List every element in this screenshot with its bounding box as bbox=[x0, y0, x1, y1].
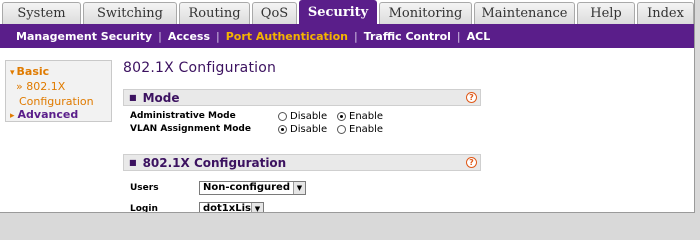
admin-mode-enable-radio[interactable] bbox=[337, 112, 346, 121]
collapsed-arrow-icon: ▸ bbox=[10, 111, 15, 121]
subnav-separator: | bbox=[158, 29, 162, 43]
mode-panel-header: ■ Mode ? bbox=[123, 89, 481, 106]
dot1x-config-panel: ■ 802.1X Configuration ? Users Non-confi… bbox=[123, 154, 481, 213]
subnav-acl[interactable]: ACL bbox=[467, 30, 491, 43]
tab-security[interactable]: Security bbox=[299, 0, 377, 24]
tab-qos[interactable]: QoS bbox=[252, 2, 297, 24]
help-icon[interactable]: ? bbox=[466, 157, 477, 168]
help-icon[interactable]: ? bbox=[466, 92, 477, 103]
sidebar-item-advanced-label: Advanced bbox=[17, 108, 79, 121]
dot1x-config-panel-header: ■ 802.1X Configuration ? bbox=[123, 154, 481, 171]
tab-help[interactable]: Help bbox=[577, 2, 635, 24]
admin-mode-disable-label: Disable bbox=[290, 111, 328, 122]
vlan-mode-enable-option[interactable]: Enable bbox=[337, 124, 383, 135]
dot1x-config-panel-title: 802.1X Configuration bbox=[142, 155, 287, 170]
users-row: Users Non-configured use ▼ bbox=[123, 179, 481, 196]
users-select-value: Non-configured use bbox=[203, 182, 306, 193]
subnav-separator: | bbox=[353, 29, 358, 43]
admin-mode-disable-option[interactable]: Disable bbox=[278, 111, 327, 122]
app-window: System Switching Routing QoS Security Mo… bbox=[0, 0, 695, 213]
subnav-separator: | bbox=[216, 29, 220, 43]
sidebar-item-basic-label: Basic bbox=[16, 65, 50, 78]
admin-mode-enable-label: Enable bbox=[349, 111, 384, 122]
vlan-mode-disable-option[interactable]: Disable bbox=[278, 124, 327, 135]
bullet-icon: ■ bbox=[129, 158, 137, 167]
subnav-separator: | bbox=[456, 29, 461, 43]
tab-monitoring[interactable]: Monitoring bbox=[379, 2, 472, 24]
mode-panel: ■ Mode ? Administrative Mode Disable Ena… bbox=[123, 89, 481, 136]
vlan-mode-disable-label: Disable bbox=[290, 124, 328, 135]
tab-routing[interactable]: Routing bbox=[179, 2, 250, 24]
tab-index[interactable]: Index bbox=[637, 2, 694, 24]
users-label: Users bbox=[130, 183, 159, 193]
chevron-down-icon[interactable]: ▼ bbox=[293, 182, 305, 194]
subnav-port-authentication[interactable]: Port Authentication bbox=[226, 30, 348, 43]
vlan-mode-enable-radio[interactable] bbox=[337, 125, 346, 134]
subnav-management-security[interactable]: Management Security bbox=[16, 30, 152, 43]
sidebar-sub-label-1: 802.1X bbox=[26, 80, 66, 93]
admin-mode-disable-radio[interactable] bbox=[278, 112, 287, 121]
subnav-access[interactable]: Access bbox=[168, 30, 210, 43]
subnav-traffic-control[interactable]: Traffic Control bbox=[364, 30, 451, 43]
vlan-assignment-mode-label: VLAN Assignment Mode bbox=[130, 124, 251, 134]
page-title: 802.1X Configuration bbox=[123, 60, 277, 76]
sub-nav-bar: Management Security | Access | Port Auth… bbox=[0, 24, 694, 48]
login-select[interactable]: dot1xList ▼ bbox=[199, 202, 264, 213]
vlan-mode-disable-radio[interactable] bbox=[278, 125, 287, 134]
users-select[interactable]: Non-configured use ▼ bbox=[199, 181, 306, 195]
login-select-value: dot1xList bbox=[203, 203, 256, 213]
admin-mode-label: Administrative Mode bbox=[130, 111, 236, 121]
chevron-down-icon[interactable]: ▼ bbox=[251, 203, 263, 212]
sidebar-item-basic[interactable]: ▾ Basic bbox=[10, 65, 49, 78]
vlan-mode-enable-label: Enable bbox=[349, 124, 384, 135]
tab-switching[interactable]: Switching bbox=[83, 2, 177, 24]
mode-panel-title: Mode bbox=[142, 90, 180, 105]
tab-maintenance[interactable]: Maintenance bbox=[474, 2, 575, 24]
admin-mode-enable-option[interactable]: Enable bbox=[337, 111, 383, 122]
tab-system[interactable]: System bbox=[2, 2, 81, 24]
login-row: Login dot1xList ▼ bbox=[123, 200, 481, 213]
left-sidebar: ▾ Basic » 802.1X Configuration ▸ Advanced bbox=[5, 60, 112, 122]
admin-mode-row: Administrative Mode Disable Enable bbox=[123, 110, 481, 123]
sidebar-item-advanced[interactable]: ▸ Advanced bbox=[10, 108, 78, 121]
login-label: Login bbox=[130, 204, 158, 213]
expanded-arrow-icon: ▾ bbox=[10, 68, 15, 78]
main-tab-bar: System Switching Routing QoS Security Mo… bbox=[0, 0, 694, 24]
sidebar-item-8021x-configuration[interactable]: » 802.1X Configuration bbox=[16, 79, 94, 109]
bullet-icon: ■ bbox=[129, 93, 137, 102]
vlan-assignment-mode-row: VLAN Assignment Mode Disable Enable bbox=[123, 123, 481, 136]
sidebar-sub-label-2: Configuration bbox=[19, 95, 94, 108]
chevron-right-icon: » bbox=[16, 80, 27, 93]
